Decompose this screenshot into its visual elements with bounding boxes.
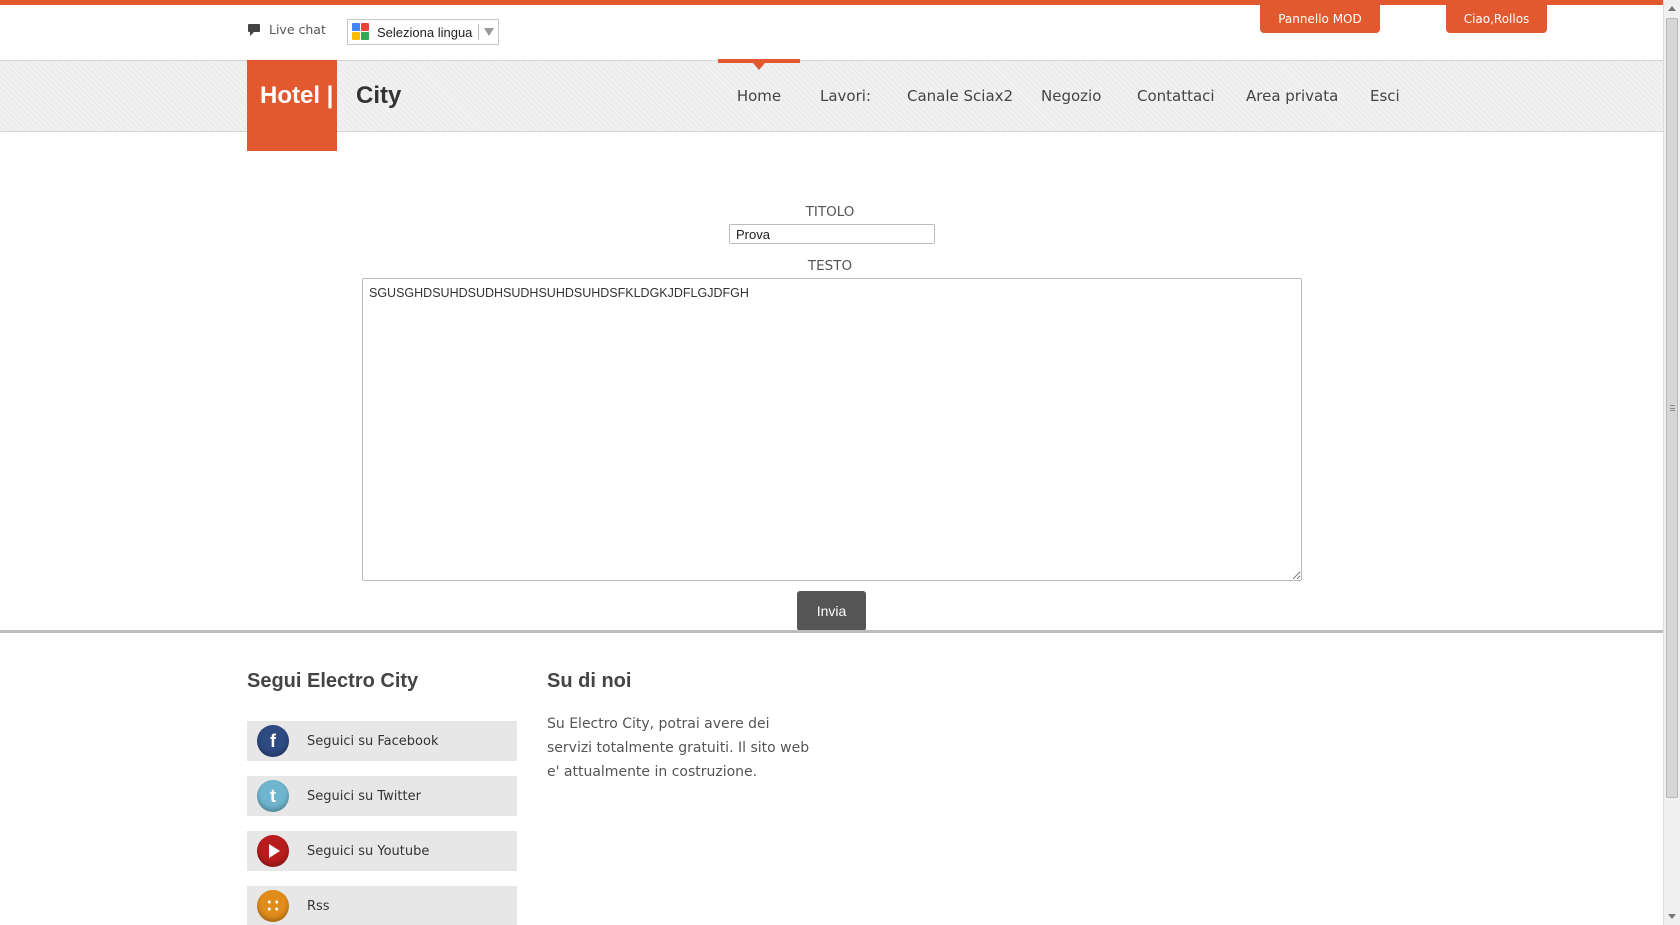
nav-item-home[interactable]: Home: [718, 59, 800, 132]
user-greeting-button[interactable]: Ciao,Rollos: [1446, 5, 1547, 33]
top-bar: Live chat Seleziona lingua Pannello MOD …: [0, 5, 1663, 60]
vertical-scrollbar[interactable]: [1663, 0, 1680, 925]
follow-heading: Segui Electro City: [247, 670, 419, 692]
text-textarea[interactable]: SGUSGHDSUHDSUDHSUDHSUHDSUHDSFKLDGKJDFLGJ…: [362, 278, 1302, 581]
language-select-divider: [478, 24, 480, 40]
social-link-rss[interactable]: ∷ Rss: [247, 886, 517, 925]
scroll-down-arrow-icon[interactable]: [1664, 908, 1680, 925]
social-link-youtube[interactable]: Seguici su Youtube: [247, 831, 517, 871]
language-select-label: Seleziona lingua: [377, 24, 473, 40]
nav-item-esci[interactable]: Esci: [1370, 60, 1400, 132]
live-chat-label: Live chat: [269, 22, 326, 37]
youtube-icon: [257, 835, 289, 867]
logo-text-city[interactable]: City: [356, 82, 401, 110]
logo-text-hotel[interactable]: Hotel |: [260, 82, 333, 110]
text-label: TESTO: [807, 258, 853, 274]
grip-icon: [1670, 405, 1675, 411]
chat-bubble-icon: [248, 24, 261, 36]
social-link-twitter[interactable]: t Seguici su Twitter: [247, 776, 517, 816]
nav-item-canale-sciax2[interactable]: Canale Sciax2: [907, 60, 1013, 132]
social-label: Seguici su Youtube: [307, 843, 430, 859]
nav-item-contattaci[interactable]: Contattaci: [1137, 60, 1215, 132]
nav-item-negozio[interactable]: Negozio: [1041, 60, 1101, 132]
chevron-down-icon: [484, 28, 495, 36]
live-chat-link[interactable]: Live chat: [248, 22, 326, 37]
twitter-icon: t: [257, 780, 289, 812]
scrollbar-thumb[interactable]: [1666, 18, 1678, 798]
about-text: Su Electro City, potrai avere dei serviz…: [547, 716, 810, 780]
about-heading: Su di noi: [547, 670, 632, 692]
language-select[interactable]: Seleziona lingua: [347, 19, 499, 45]
mod-panel-button[interactable]: Pannello MOD: [1260, 5, 1380, 33]
title-input[interactable]: [729, 224, 935, 244]
facebook-icon: f: [257, 725, 289, 757]
social-label: Seguici su Twitter: [307, 788, 421, 804]
social-link-facebook[interactable]: f Seguici su Facebook: [247, 721, 517, 761]
submit-button[interactable]: Invia: [797, 591, 866, 631]
nav-item-lavori[interactable]: Lavori:: [820, 60, 871, 132]
title-label: TITOLO: [805, 204, 855, 220]
scroll-up-arrow-icon[interactable]: [1664, 0, 1680, 17]
nav-item-area-privata[interactable]: Area privata: [1246, 60, 1338, 132]
rss-icon: ∷: [257, 890, 289, 922]
social-label: Rss: [307, 898, 330, 914]
social-label: Seguici su Facebook: [307, 733, 439, 749]
google-translate-icon: [352, 23, 370, 41]
